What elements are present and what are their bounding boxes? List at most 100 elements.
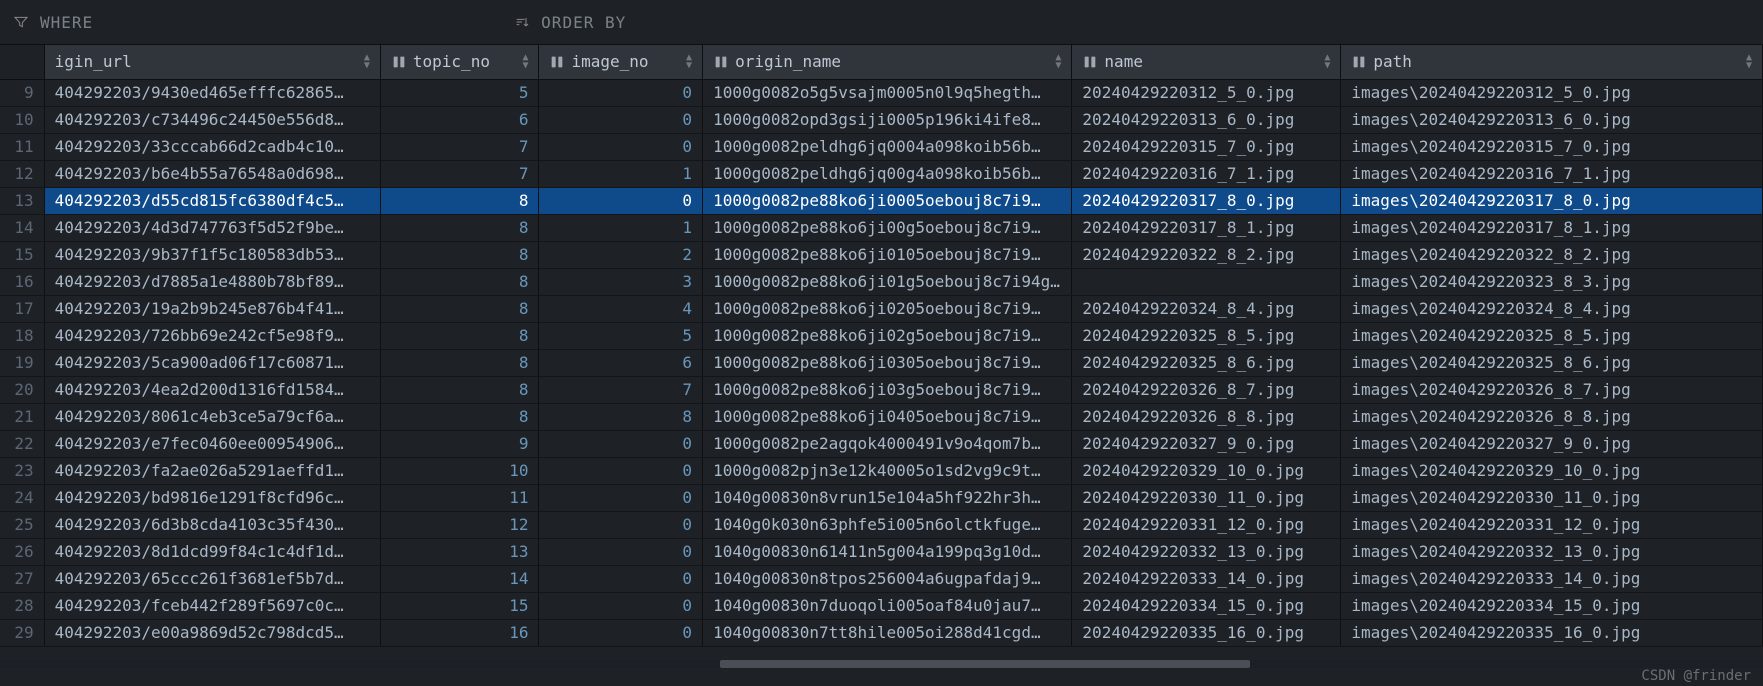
- cell-path[interactable]: images\20240429220312_5_0.jpg: [1341, 79, 1763, 106]
- table-row[interactable]: 29404292203/e00a9869d52c798dcd5…1601040g…: [0, 619, 1763, 646]
- col-origin-url[interactable]: igin_url ▲▼: [44, 45, 380, 79]
- cell-url[interactable]: 404292203/9430ed465efffc62865…: [44, 79, 380, 106]
- cell-name[interactable]: 20240429220332_13_0.jpg: [1072, 538, 1341, 565]
- cell-image-no[interactable]: 0: [539, 538, 703, 565]
- cell-origin-name[interactable]: 1040g00830n8vrun15e104a5hf922hr3h…: [703, 484, 1072, 511]
- cell-path[interactable]: images\20240429220322_8_2.jpg: [1341, 241, 1763, 268]
- table-row[interactable]: 21404292203/8061c4eb3ce5a79cf6a…881000g0…: [0, 403, 1763, 430]
- table-row[interactable]: 24404292203/bd9816e1291f8cfd96c…1101040g…: [0, 484, 1763, 511]
- table-row[interactable]: 12404292203/b6e4b55a76548a0d698…711000g0…: [0, 160, 1763, 187]
- cell-name[interactable]: 20240429220329_10_0.jpg: [1072, 457, 1341, 484]
- sort-icon[interactable]: ▲▼: [1324, 54, 1330, 70]
- table-row[interactable]: 17404292203/19a2b9b245e876b4f41…841000g0…: [0, 295, 1763, 322]
- cell-topic-no[interactable]: 6: [380, 106, 539, 133]
- cell-name[interactable]: 20240429220316_7_1.jpg: [1072, 160, 1341, 187]
- cell-image-no[interactable]: 1: [539, 214, 703, 241]
- cell-image-no[interactable]: 0: [539, 511, 703, 538]
- cell-path[interactable]: images\20240429220317_8_0.jpg: [1341, 187, 1763, 214]
- cell-topic-no[interactable]: 8: [380, 187, 539, 214]
- col-image-no[interactable]: image_no ▲▼: [539, 45, 703, 79]
- cell-name[interactable]: 20240429220326_8_8.jpg: [1072, 403, 1341, 430]
- cell-origin-name[interactable]: 1040g00830n61411n5g004a199pq3g10d…: [703, 538, 1072, 565]
- cell-topic-no[interactable]: 7: [380, 160, 539, 187]
- cell-origin-name[interactable]: 1000g0082pe88ko6ji0005oebouj8c7i9…: [703, 187, 1072, 214]
- cell-path[interactable]: images\20240429220326_8_8.jpg: [1341, 403, 1763, 430]
- data-grid[interactable]: igin_url ▲▼ topic_no ▲▼ image_no ▲▼ orig…: [0, 45, 1763, 647]
- cell-image-no[interactable]: 0: [539, 430, 703, 457]
- sort-icon[interactable]: ▲▼: [522, 54, 528, 70]
- cell-url[interactable]: 404292203/bd9816e1291f8cfd96c…: [44, 484, 380, 511]
- cell-origin-name[interactable]: 1000g0082pe88ko6ji0305oebouj8c7i9…: [703, 349, 1072, 376]
- cell-url[interactable]: 404292203/4d3d747763f5d52f9be…: [44, 214, 380, 241]
- cell-origin-name[interactable]: 1000g0082peldhg6jq0004a098koib56b…: [703, 133, 1072, 160]
- cell-url[interactable]: 404292203/e00a9869d52c798dcd5…: [44, 619, 380, 646]
- cell-name[interactable]: 20240429220322_8_2.jpg: [1072, 241, 1341, 268]
- col-name[interactable]: name ▲▼: [1072, 45, 1341, 79]
- cell-image-no[interactable]: 8: [539, 403, 703, 430]
- horizontal-scrollbar[interactable]: [0, 660, 1763, 668]
- cell-origin-name[interactable]: 1040g00830n7tt8hile005oi288d41cgd…: [703, 619, 1072, 646]
- cell-path[interactable]: images\20240429220334_15_0.jpg: [1341, 592, 1763, 619]
- cell-origin-name[interactable]: 1000g0082peldhg6jq00g4a098koib56b…: [703, 160, 1072, 187]
- cell-topic-no[interactable]: 8: [380, 268, 539, 295]
- cell-url[interactable]: 404292203/19a2b9b245e876b4f41…: [44, 295, 380, 322]
- cell-path[interactable]: images\20240429220331_12_0.jpg: [1341, 511, 1763, 538]
- cell-name[interactable]: 20240429220325_8_5.jpg: [1072, 322, 1341, 349]
- cell-topic-no[interactable]: 9: [380, 430, 539, 457]
- table-row[interactable]: 19404292203/5ca900ad06f17c60871…861000g0…: [0, 349, 1763, 376]
- cell-url[interactable]: 404292203/4ea2d200d1316fd1584…: [44, 376, 380, 403]
- table-row[interactable]: 20404292203/4ea2d200d1316fd1584…871000g0…: [0, 376, 1763, 403]
- cell-path[interactable]: images\20240429220333_14_0.jpg: [1341, 565, 1763, 592]
- cell-topic-no[interactable]: 8: [380, 241, 539, 268]
- cell-name[interactable]: [1072, 268, 1341, 295]
- cell-url[interactable]: 404292203/726bb69e242cf5e98f9…: [44, 322, 380, 349]
- cell-path[interactable]: images\20240429220332_13_0.jpg: [1341, 538, 1763, 565]
- sort-icon[interactable]: ▲▼: [364, 54, 370, 70]
- cell-topic-no[interactable]: 14: [380, 565, 539, 592]
- cell-topic-no[interactable]: 8: [380, 376, 539, 403]
- cell-url[interactable]: 404292203/9b37f1f5c180583db53…: [44, 241, 380, 268]
- cell-origin-name[interactable]: 1000g0082pe88ko6ji01g5oebouj8c7i94g14i38…: [703, 268, 1072, 295]
- cell-url[interactable]: 404292203/fceb442f289f5697c0c…: [44, 592, 380, 619]
- cell-path[interactable]: images\20240429220327_9_0.jpg: [1341, 430, 1763, 457]
- cell-path[interactable]: images\20240429220315_7_0.jpg: [1341, 133, 1763, 160]
- cell-topic-no[interactable]: 13: [380, 538, 539, 565]
- table-row[interactable]: 22404292203/e7fec0460ee00954906…901000g0…: [0, 430, 1763, 457]
- cell-name[interactable]: 20240429220333_14_0.jpg: [1072, 565, 1341, 592]
- table-row[interactable]: 26404292203/8d1dcd99f84c1c4df1d…1301040g…: [0, 538, 1763, 565]
- cell-path[interactable]: images\20240429220325_8_6.jpg: [1341, 349, 1763, 376]
- table-row[interactable]: 13404292203/d55cd815fc6380df4c5…801000g0…: [0, 187, 1763, 214]
- cell-origin-name[interactable]: 1000g0082pe2agqok4000491v9o4qom7b…: [703, 430, 1072, 457]
- cell-origin-name[interactable]: 1040g0k030n63phfe5i005n6olctkfuge…: [703, 511, 1072, 538]
- cell-path[interactable]: images\20240429220323_8_3.jpg: [1341, 268, 1763, 295]
- cell-image-no[interactable]: 0: [539, 565, 703, 592]
- cell-name[interactable]: 20240429220325_8_6.jpg: [1072, 349, 1341, 376]
- cell-path[interactable]: images\20240429220316_7_1.jpg: [1341, 160, 1763, 187]
- cell-image-no[interactable]: 0: [539, 187, 703, 214]
- cell-path[interactable]: images\20240429220329_10_0.jpg: [1341, 457, 1763, 484]
- cell-topic-no[interactable]: 8: [380, 295, 539, 322]
- table-row[interactable]: 9404292203/9430ed465efffc62865…501000g00…: [0, 79, 1763, 106]
- cell-path[interactable]: images\20240429220317_8_1.jpg: [1341, 214, 1763, 241]
- cell-path[interactable]: images\20240429220330_11_0.jpg: [1341, 484, 1763, 511]
- cell-url[interactable]: 404292203/b6e4b55a76548a0d698…: [44, 160, 380, 187]
- cell-url[interactable]: 404292203/8061c4eb3ce5a79cf6a…: [44, 403, 380, 430]
- scrollbar-thumb[interactable]: [720, 660, 1250, 668]
- cell-url[interactable]: 404292203/65ccc261f3681ef5b7d…: [44, 565, 380, 592]
- cell-topic-no[interactable]: 8: [380, 403, 539, 430]
- cell-name[interactable]: 20240429220334_15_0.jpg: [1072, 592, 1341, 619]
- cell-image-no[interactable]: 0: [539, 592, 703, 619]
- cell-path[interactable]: images\20240429220326_8_7.jpg: [1341, 376, 1763, 403]
- cell-path[interactable]: images\20240429220325_8_5.jpg: [1341, 322, 1763, 349]
- cell-url[interactable]: 404292203/8d1dcd99f84c1c4df1d…: [44, 538, 380, 565]
- cell-origin-name[interactable]: 1000g0082pe88ko6ji0405oebouj8c7i9…: [703, 403, 1072, 430]
- cell-name[interactable]: 20240429220317_8_1.jpg: [1072, 214, 1341, 241]
- cell-origin-name[interactable]: 1040g00830n8tpos256004a6ugpafdaj9…: [703, 565, 1072, 592]
- cell-topic-no[interactable]: 7: [380, 133, 539, 160]
- cell-topic-no[interactable]: 8: [380, 349, 539, 376]
- cell-topic-no[interactable]: 8: [380, 214, 539, 241]
- cell-url[interactable]: 404292203/d55cd815fc6380df4c5…: [44, 187, 380, 214]
- cell-image-no[interactable]: 4: [539, 295, 703, 322]
- cell-origin-name[interactable]: 1000g0082o5g5vsajm0005n0l9q5hegth…: [703, 79, 1072, 106]
- cell-origin-name[interactable]: 1000g0082opd3gsiji0005p196ki4ife8…: [703, 106, 1072, 133]
